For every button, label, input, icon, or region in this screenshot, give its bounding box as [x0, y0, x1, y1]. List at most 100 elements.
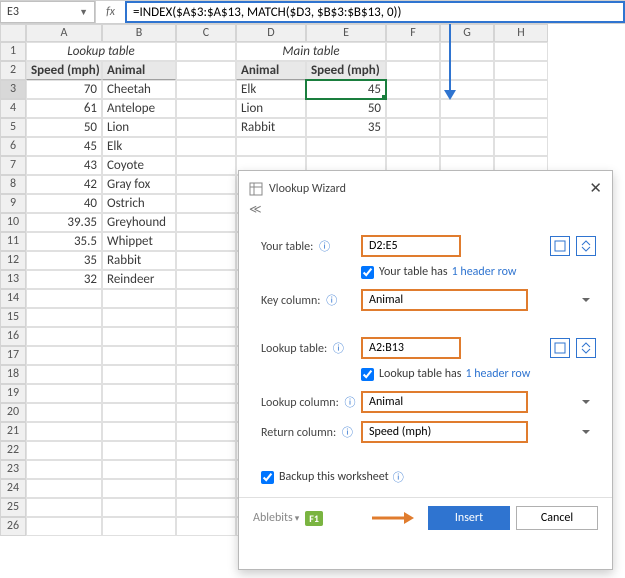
row-header[interactable]: 15 [0, 308, 26, 327]
cell[interactable] [176, 289, 236, 308]
cancel-button[interactable]: Cancel [516, 506, 598, 530]
cell-speed[interactable]: 45 [26, 137, 102, 156]
cell[interactable] [26, 403, 102, 422]
cell[interactable] [386, 61, 440, 80]
cell-speed[interactable]: 32 [26, 270, 102, 289]
cell[interactable] [386, 80, 440, 99]
cell[interactable] [494, 99, 548, 118]
chevron-down-icon[interactable]: ▾ [295, 513, 300, 524]
cell-speed[interactable]: 50 [26, 118, 102, 137]
cell[interactable] [306, 137, 386, 156]
cell[interactable] [440, 42, 494, 61]
lookup-table-input[interactable] [361, 337, 461, 359]
cell-speed[interactable]: 35.5 [26, 232, 102, 251]
lookup-table-header-checkbox[interactable] [361, 368, 374, 381]
cell[interactable] [176, 498, 236, 517]
f1-help-badge[interactable]: F1 [305, 511, 323, 526]
cell[interactable] [176, 403, 236, 422]
cell[interactable] [176, 460, 236, 479]
help-icon[interactable]: ⓘ [333, 342, 344, 355]
cell[interactable] [176, 422, 236, 441]
col-header[interactable]: E [306, 24, 386, 42]
help-icon[interactable]: ⓘ [345, 396, 356, 409]
cell-main-animal[interactable]: Lion [236, 99, 306, 118]
cell[interactable] [176, 61, 236, 80]
key-column-select[interactable] [361, 289, 528, 311]
cell[interactable] [440, 80, 494, 99]
cell-main-speed[interactable]: 50 [306, 99, 386, 118]
cell[interactable] [102, 498, 176, 517]
cell[interactable] [386, 42, 440, 61]
cell[interactable] [176, 346, 236, 365]
cell[interactable] [176, 175, 236, 194]
cell[interactable] [176, 156, 236, 175]
cell[interactable] [26, 289, 102, 308]
row-header[interactable]: 8 [0, 175, 26, 194]
row-header[interactable]: 21 [0, 422, 26, 441]
cell[interactable] [494, 118, 548, 137]
name-box[interactable]: E3 ▼ [0, 1, 95, 23]
cell-speed[interactable]: 70 [26, 80, 102, 99]
cell[interactable] [26, 422, 102, 441]
header-rows-link[interactable]: 1 header row [465, 367, 530, 381]
cell[interactable] [102, 460, 176, 479]
row-header[interactable]: 9 [0, 194, 26, 213]
cell-speed[interactable]: 39.35 [26, 213, 102, 232]
cell-speed[interactable]: 35 [26, 251, 102, 270]
cell[interactable] [440, 61, 494, 80]
col-header[interactable]: G [440, 24, 494, 42]
cell-speed[interactable]: 61 [26, 99, 102, 118]
col-header[interactable]: B [102, 24, 176, 42]
cell[interactable] [102, 346, 176, 365]
cell[interactable] [236, 137, 306, 156]
cell[interactable] [102, 308, 176, 327]
row-header[interactable]: 13 [0, 270, 26, 289]
expand-icon[interactable] [576, 338, 596, 358]
cell[interactable] [26, 498, 102, 517]
cell-main-speed[interactable]: 35 [306, 118, 386, 137]
cell[interactable] [440, 137, 494, 156]
cell-animal[interactable]: Lion [102, 118, 176, 137]
cell[interactable] [102, 517, 176, 536]
cell[interactable] [386, 118, 440, 137]
row-header[interactable]: 6 [0, 137, 26, 156]
row-header[interactable]: 1 [0, 42, 26, 61]
row-header[interactable]: 4 [0, 99, 26, 118]
fx-icon[interactable]: fx [95, 1, 125, 23]
cell[interactable] [176, 327, 236, 346]
cell-animal[interactable]: Reindeer [102, 270, 176, 289]
select-range-icon[interactable] [550, 338, 570, 358]
cell[interactable] [102, 403, 176, 422]
cell[interactable] [26, 460, 102, 479]
cell[interactable] [102, 384, 176, 403]
expand-icon[interactable] [576, 236, 596, 256]
select-all-corner[interactable] [0, 24, 26, 42]
help-icon[interactable]: ⓘ [393, 469, 404, 485]
cell[interactable] [176, 99, 236, 118]
cell-animal[interactable]: Gray fox [102, 175, 176, 194]
row-header[interactable]: 19 [0, 384, 26, 403]
cell[interactable] [176, 118, 236, 137]
chevron-down-icon[interactable]: ▼ [79, 7, 88, 18]
row-header[interactable]: 11 [0, 232, 26, 251]
row-header[interactable]: 14 [0, 289, 26, 308]
cell-speed[interactable]: 43 [26, 156, 102, 175]
row-header[interactable]: 17 [0, 346, 26, 365]
cell-speed[interactable]: 42 [26, 175, 102, 194]
cell-selected[interactable]: 45 [306, 80, 386, 99]
cell-animal[interactable]: Rabbit [102, 251, 176, 270]
cell[interactable] [176, 213, 236, 232]
cell[interactable] [176, 137, 236, 156]
cell[interactable] [102, 365, 176, 384]
cell[interactable] [26, 327, 102, 346]
cell[interactable] [26, 365, 102, 384]
cell[interactable] [176, 441, 236, 460]
cell[interactable] [176, 80, 236, 99]
your-table-input[interactable] [361, 235, 461, 257]
cell[interactable] [440, 99, 494, 118]
cell[interactable] [176, 251, 236, 270]
cell[interactable] [494, 80, 548, 99]
cell[interactable] [176, 270, 236, 289]
brand-label[interactable]: Ablebits [253, 511, 293, 525]
cell[interactable] [176, 42, 236, 61]
